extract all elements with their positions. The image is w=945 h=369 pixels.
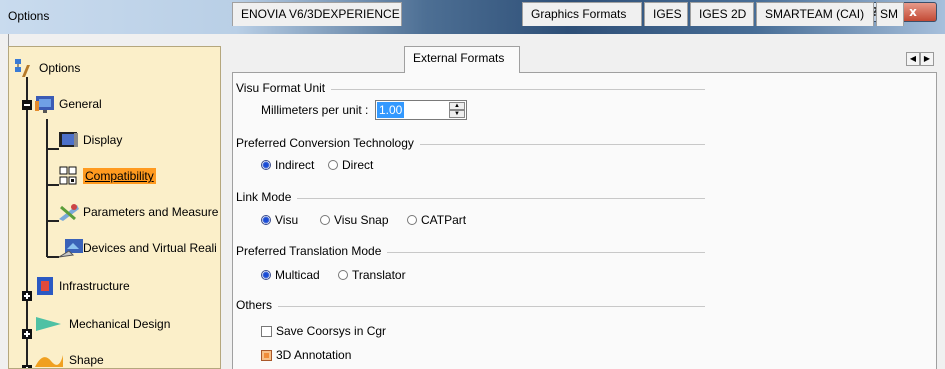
tree-label-parameters: Parameters and Measure (83, 205, 219, 219)
parameters-icon (57, 201, 79, 223)
mm-per-unit-label: Millimeters per unit : (261, 103, 369, 117)
tab-sm-truncated[interactable]: SM (876, 2, 904, 26)
devices-icon (57, 237, 83, 259)
radio-catpart-label: CATPart (421, 213, 467, 227)
radio-visu-snap-label: Visu Snap (334, 213, 389, 227)
checkbox-3d-annotation[interactable]: 3D Annotation (261, 348, 351, 362)
tree-root-options[interactable]: Options (13, 57, 80, 79)
tree-item-shape[interactable]: Shape (33, 349, 104, 368)
group-title-translation: Preferred Translation Mode (236, 244, 388, 258)
tree-item-infrastructure[interactable]: Infrastructure (33, 275, 130, 297)
tree-label-shape: Shape (69, 353, 104, 367)
radio-direct-label: Direct (342, 158, 374, 172)
window-title: Options (8, 9, 50, 23)
tab-scroll-right-icon[interactable]: ▶ (920, 52, 934, 66)
mm-per-unit-value[interactable]: 1.00 (377, 102, 405, 118)
infrastructure-icon (33, 275, 55, 297)
radio-translator-dot[interactable] (338, 270, 348, 280)
tab-smarteam[interactable]: SMARTEAM (CAI) (756, 2, 874, 26)
radio-direct-dot[interactable] (328, 160, 338, 170)
tab-iges-2d[interactable]: IGES 2D (690, 2, 754, 26)
checkbox-3d-annotation-label: 3D Annotation (276, 348, 352, 362)
group-title-visu-format-unit: Visu Format Unit (236, 81, 332, 95)
tree-item-general[interactable]: General (33, 93, 102, 115)
tree-label-infrastructure: Infrastructure (59, 279, 130, 293)
options-tree-icon (13, 57, 35, 79)
radio-visu[interactable]: Visu (261, 213, 298, 227)
checkbox-save-coorsys-box[interactable] (261, 325, 272, 337)
shape-icon (33, 349, 65, 368)
tree-label-display: Display (83, 133, 123, 147)
group-title-others: Others (236, 298, 279, 312)
radio-indirect-dot[interactable] (261, 160, 271, 170)
checkbox-save-coorsys[interactable]: Save Coorsys in Cgr (261, 324, 386, 338)
group-title-conversion: Preferred Conversion Technology (236, 136, 420, 150)
compatibility-icon (57, 165, 79, 187)
radio-multicad[interactable]: Multicad (261, 268, 320, 282)
general-icon (33, 93, 55, 115)
tree-label-mechanical-design: Mechanical Design (69, 317, 171, 331)
radio-visu-label: Visu (275, 213, 299, 227)
radio-multicad-dot[interactable] (261, 270, 271, 280)
tree-item-mechanical-design[interactable]: Mechanical Design (33, 313, 170, 335)
mm-per-unit-spinner[interactable]: 1.00 ▲ ▼ (375, 100, 467, 120)
group-divider (240, 198, 705, 199)
group-title-link-mode: Link Mode (236, 190, 298, 204)
radio-visu-snap[interactable]: Visu Snap (320, 213, 389, 227)
tab-scroll-left-icon[interactable]: ◀ (906, 52, 920, 66)
radio-direct[interactable]: Direct (328, 158, 373, 172)
tree-item-parameters[interactable]: Parameters and Measure (57, 201, 218, 223)
tree-label-compatibility: Compatibility (83, 168, 156, 184)
radio-indirect[interactable]: Indirect (261, 158, 314, 172)
tab-enovia[interactable]: ENOVIA V6/3DEXPERIENCE (232, 2, 402, 26)
radio-catpart-dot[interactable] (407, 215, 417, 225)
tab-external-formats[interactable]: External Formats (404, 46, 520, 73)
radio-translator-label: Translator (352, 268, 406, 282)
tab-scroll-arrows: ◀ ▶ (906, 52, 934, 66)
spinner-buttons: ▲ ▼ (449, 102, 465, 118)
tab-graphics-formats[interactable]: Graphics Formats (522, 2, 642, 26)
group-divider (240, 306, 705, 307)
radio-translator[interactable]: Translator (338, 268, 406, 282)
checkbox-save-coorsys-label: Save Coorsys in Cgr (276, 324, 387, 338)
tree-label-options: Options (39, 61, 81, 75)
tree-item-devices[interactable]: Devices and Virtual Reali (57, 237, 217, 259)
radio-indirect-label: Indirect (275, 158, 315, 172)
radio-visu-snap-dot[interactable] (320, 215, 330, 225)
radio-multicad-label: Multicad (275, 268, 320, 282)
options-tree[interactable]: Options General Display Compatibility Pa… (8, 46, 221, 369)
mechanical-design-icon (33, 313, 65, 335)
tree-label-general: General (59, 97, 102, 111)
checkbox-3d-annotation-box[interactable] (261, 349, 272, 361)
display-icon (57, 129, 79, 151)
radio-visu-dot[interactable] (261, 215, 271, 225)
spinner-down-icon[interactable]: ▼ (449, 110, 465, 118)
tree-label-devices: Devices and Virtual Reali (83, 241, 217, 255)
tab-iges[interactable]: IGES (644, 2, 688, 26)
tree-item-display[interactable]: Display (57, 129, 122, 151)
radio-catpart[interactable]: CATPart (407, 213, 466, 227)
tree-item-compatibility[interactable]: Compatibility (57, 165, 156, 187)
spinner-up-icon[interactable]: ▲ (449, 102, 465, 110)
